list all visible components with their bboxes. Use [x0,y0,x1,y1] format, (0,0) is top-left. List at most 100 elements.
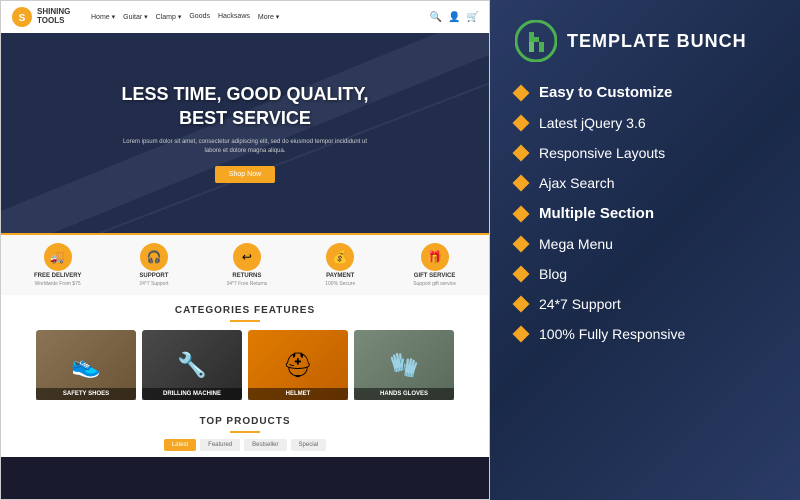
logo-icon: S [11,6,33,28]
products-tabs: Latest Featured Bestseller Special [11,439,479,451]
category-helmet-label: HELMET [248,388,348,400]
diamond-icon-3 [513,145,530,162]
logo-text: SHININGTOOLS [37,8,70,26]
feature-support: 🎧 SUPPORT 24*7 Support [139,243,168,287]
feature-payment: 💰 PAYMENT 100% Secure [325,243,355,287]
tab-special[interactable]: Special [291,439,327,451]
feature-support-title: SUPPORT [139,273,168,279]
tab-featured[interactable]: Featured [200,439,240,451]
tab-bestseller[interactable]: Bestseller [244,439,286,451]
feature-returns: ↩ RETURNS 34*7 Free Returns [226,243,267,287]
category-drilling-machine[interactable]: 🔧 DRILLING MACHINE [142,330,242,400]
shoes-emoji: 👟 [71,351,101,380]
feature-gift-sub: Support gift service [413,281,456,287]
feature-mega-label: Mega Menu [539,236,613,252]
products-divider [230,431,260,433]
hero-subtitle: Lorem ipsum dolor sit amet, consectetur … [115,138,375,156]
svg-text:S: S [19,13,26,24]
feature-returns-sub: 34*7 Free Returns [226,281,267,287]
feature-responsive: Responsive Layouts [515,145,775,161]
feature-ajax: Ajax Search [515,175,775,191]
nav-clamp[interactable]: Clamp ▾ [156,13,182,21]
cart-icon[interactable]: 🛒 [467,12,479,23]
right-panel: TEMPLATE BUNCH Easy to Customize Latest … [490,0,800,500]
categories-grid: 👟 SAFETY SHOES 🔧 DRILLING MACHINE ⛑ HELM… [11,330,479,400]
feature-gift: 🎁 GIFT SERVICE Support gift service [413,243,456,287]
template-bunch-logo [515,20,557,62]
nav-guitar[interactable]: Guitar ▾ [123,13,148,21]
category-shoes-label: SAFETY SHOES [36,388,136,400]
logo-area: S SHININGTOOLS [11,6,81,28]
categories-section: CATEGORIES FEATURES 👟 SAFETY SHOES 🔧 DRI… [1,295,489,410]
feature-247-label: 24*7 Support [539,296,621,312]
diamond-icon-7 [513,266,530,283]
brand-header: TEMPLATE BUNCH [515,20,775,62]
drill-emoji: 🔧 [177,351,207,380]
returns-icon: ↩ [233,243,261,271]
products-section: TOP PRODUCTS Latest Featured Bestseller … [1,410,489,457]
feature-easy-label: Easy to Customize [539,84,672,101]
gloves-emoji: 🧤 [389,351,419,380]
nav-home[interactable]: Home ▾ [91,13,115,21]
website-preview: S SHININGTOOLS Home ▾ Guitar ▾ Clamp ▾ G… [0,0,490,500]
nav-hacksaws[interactable]: Hacksaws [218,13,250,21]
tab-latest[interactable]: Latest [164,439,196,451]
categories-divider [230,320,260,322]
feature-responsive-label: Responsive Layouts [539,145,665,161]
feature-returns-title: RETURNS [232,273,261,279]
diamond-icon-4 [513,175,530,192]
gift-icon: 🎁 [421,243,449,271]
search-icon[interactable]: 🔍 [430,12,442,23]
category-gloves[interactable]: 🧤 HANDS GLOVES [354,330,454,400]
category-gloves-label: HANDS GLOVES [354,388,454,400]
feature-multiple-label: Multiple Section [539,205,654,222]
diamond-icon-6 [513,236,530,253]
feature-easy-to-customize: Easy to Customize [515,84,775,101]
nav-links: Home ▾ Guitar ▾ Clamp ▾ Goods Hacksaws M… [91,13,420,21]
user-icon[interactable]: 👤 [448,12,460,23]
feature-support-sub: 24*7 Support [139,281,168,287]
nav-more[interactable]: More ▾ [258,13,279,21]
feature-fully-responsive: 100% Fully Responsive [515,326,775,342]
category-safety-shoes[interactable]: 👟 SAFETY SHOES [36,330,136,400]
delivery-icon: 🚚 [44,243,72,271]
feature-mega-menu: Mega Menu [515,236,775,252]
right-content: TEMPLATE BUNCH Easy to Customize Latest … [490,0,800,362]
feature-payment-title: PAYMENT [326,273,354,279]
hero-title: LESS TIME, GOOD QUALITY, BEST SERVICE [121,83,368,130]
feature-list: Easy to Customize Latest jQuery 3.6 Resp… [515,84,775,342]
diamond-icon-8 [513,296,530,313]
feature-delivery: 🚚 FREE DELIVERY Worldwide From $75 [34,243,81,287]
support-icon: 🎧 [140,243,168,271]
helmet-emoji: ⛑ [283,351,313,380]
category-drill-label: DRILLING MACHINE [142,388,242,400]
feature-fully-label: 100% Fully Responsive [539,326,685,342]
feature-blog: Blog [515,266,775,282]
feature-blog-label: Blog [539,266,567,282]
feature-multiple-section: Multiple Section [515,205,775,222]
nav-goods[interactable]: Goods [189,13,210,21]
nav-bar: S SHININGTOOLS Home ▾ Guitar ▾ Clamp ▾ G… [1,1,489,33]
diamond-icon [513,84,530,101]
feature-247-support: 24*7 Support [515,296,775,312]
feature-gift-title: GIFT SERVICE [414,273,456,279]
feature-jquery: Latest jQuery 3.6 [515,115,775,131]
brand-name: TEMPLATE BUNCH [567,31,747,52]
categories-title: CATEGORIES FEATURES [11,305,479,316]
diamond-icon-9 [513,326,530,343]
feature-delivery-sub: Worldwide From $75 [35,281,81,287]
category-helmet[interactable]: ⛑ HELMET [248,330,348,400]
hero-background [1,33,489,233]
payment-icon: 💰 [326,243,354,271]
products-title: TOP PRODUCTS [11,416,479,427]
diamond-icon-2 [513,115,530,132]
features-bar: 🚚 FREE DELIVERY Worldwide From $75 🎧 SUP… [1,233,489,295]
feature-delivery-title: FREE DELIVERY [34,273,81,279]
nav-icons: 🔍 👤 🛒 [430,12,479,23]
feature-ajax-label: Ajax Search [539,175,614,191]
hero-section: LESS TIME, GOOD QUALITY, BEST SERVICE Lo… [1,33,489,233]
diamond-icon-5 [513,205,530,222]
feature-payment-sub: 100% Secure [325,281,355,287]
feature-jquery-label: Latest jQuery 3.6 [539,115,646,131]
shop-now-button[interactable]: Shop Now [215,166,275,183]
